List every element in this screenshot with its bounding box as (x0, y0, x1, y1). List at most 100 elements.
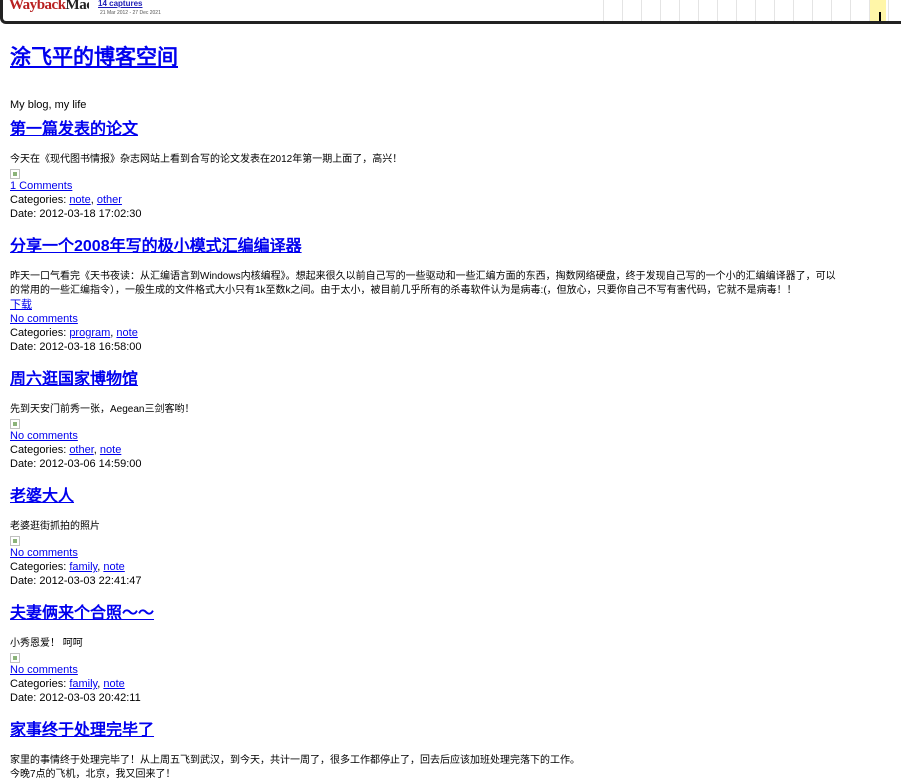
categories-label: Categories: (10, 327, 70, 339)
date-value: 2012-03-18 16:58:00 (39, 341, 142, 353)
category-link[interactable]: program (69, 327, 110, 339)
post-categories: Categories: other, note (10, 443, 901, 457)
categories-label: Categories: (10, 561, 70, 573)
category-link[interactable]: other (69, 444, 93, 456)
post-title: 周六逛国家博物馆 (10, 370, 901, 390)
post-excerpt: 老婆逛街抓拍的照片 (10, 521, 100, 532)
capture-date-range: 21 Mar 2012 - 27 Dec 2021 (100, 10, 161, 16)
capture-sparkline[interactable] (423, 0, 901, 21)
category-link[interactable]: note (100, 444, 121, 456)
date-label: Date: (10, 208, 40, 220)
post-comments-link[interactable]: No comments (10, 313, 78, 325)
post-excerpt: 昨天一口气看完《天书夜读：从汇编语言到Windows内核编程》。想起来很久以前自… (10, 271, 836, 282)
post-2: 周六逛国家博物馆 先到天安门前秀一张，Aegean三剑客哟！ No commen… (10, 370, 901, 471)
post-title: 老婆大人 (10, 487, 901, 507)
sparkline-year-divider (793, 0, 794, 21)
post-comments-link[interactable]: 1 Comments (10, 180, 72, 192)
post-title-link[interactable]: 周六逛国家博物馆 (10, 371, 138, 388)
post-date: Date: 2012-03-03 22:41:47 (10, 574, 901, 588)
sparkline-year-divider (831, 0, 832, 21)
post-title: 夫妻俩来个合照～～ (10, 604, 901, 624)
broken-image (10, 419, 20, 429)
category-link[interactable]: note (103, 561, 124, 573)
blog-title-heading: 涂飞平的博客空间 (10, 44, 901, 72)
broken-image (10, 169, 20, 179)
post-title: 第一篇发表的论文 (10, 120, 901, 140)
post-comments-link[interactable]: No comments (10, 664, 78, 676)
post-excerpt-continued: 今晚7点的飞机，北京，我又回来了！ (10, 769, 176, 780)
post-excerpt: 先到天安门前秀一张，Aegean三剑客哟！ (10, 404, 195, 415)
page-content: 涂飞平的博客空间 My blog, my life 第一篇发表的论文 今天在《现… (10, 44, 901, 782)
date-value: 2012-03-06 14:59:00 (39, 458, 142, 470)
blog-tagline: My blog, my life (10, 99, 87, 111)
post-categories: Categories: family, note (10, 677, 901, 691)
sparkline-year-divider (660, 0, 661, 21)
wayback-logo-way: Way (9, 0, 37, 13)
broken-image (10, 653, 20, 663)
categories-label: Categories: (10, 678, 70, 690)
post-date: Date: 2012-03-06 14:59:00 (10, 457, 901, 471)
post-excerpt: 小秀恩爱！ 呵呵 (10, 638, 83, 649)
captures-link[interactable]: 14 captures (98, 0, 142, 9)
post-3: 老婆大人 老婆逛街抓拍的照片 No comments Categories: f… (10, 487, 901, 588)
sparkline-year-divider (698, 0, 699, 21)
date-label: Date: (10, 692, 40, 704)
post-comments-link[interactable]: No comments (10, 430, 78, 442)
post-date: Date: 2012-03-03 20:42:11 (10, 691, 901, 705)
post-title-link[interactable]: 第一篇发表的论文 (10, 121, 138, 138)
category-link[interactable]: note (103, 678, 124, 690)
post-title-link[interactable]: 老婆大人 (10, 488, 74, 505)
post-comments-link[interactable]: No comments (10, 547, 78, 559)
date-value: 2012-03-03 20:42:11 (39, 692, 141, 704)
date-label: Date: (10, 458, 40, 470)
post-excerpt-continued: 的常用的一些汇编指令），一般生成的文件格式大小只有1k至数k之间。由于太小，被目… (10, 285, 797, 296)
wayback-logo[interactable]: WaybackMachine (9, 0, 89, 16)
sparkline-year-divider (622, 0, 623, 21)
post-title: 家事终于处理完毕了 (10, 721, 901, 741)
sparkline-year-divider (812, 0, 813, 21)
category-link[interactable]: family (69, 678, 97, 690)
wayback-logo-machine: Machine (65, 0, 89, 13)
post-title-link[interactable]: 夫妻俩来个合照～～ (10, 605, 154, 622)
post-title: 分享一个2008年写的极小模式汇编编译器 (10, 237, 901, 257)
post-title-link[interactable]: 分享一个2008年写的极小模式汇编编译器 (10, 238, 302, 255)
post-categories: Categories: note, other (10, 193, 901, 207)
categories-label: Categories: (10, 194, 70, 206)
category-link[interactable]: note (69, 194, 90, 206)
sparkline-highlight (870, 0, 886, 21)
post-categories: Categories: program, note (10, 326, 901, 340)
broken-image (10, 536, 20, 546)
sparkline-year-divider (755, 0, 756, 21)
sparkline-year-divider (850, 0, 851, 21)
sparkline-year-divider (679, 0, 680, 21)
categories-label: Categories: (10, 444, 70, 456)
sparkline-year-divider (641, 0, 642, 21)
date-value: 2012-03-18 17:02:30 (39, 208, 142, 220)
sparkline-year-divider (603, 0, 604, 21)
category-link[interactable]: family (69, 561, 97, 573)
sparkline-capture-bar (879, 12, 881, 21)
post-date: Date: 2012-03-18 16:58:00 (10, 340, 901, 354)
post-0: 第一篇发表的论文 今天在《现代图书情报》杂志网站上看到合写的论文发表在2012年… (10, 120, 901, 221)
post-excerpt: 今天在《现代图书情报》杂志网站上看到合写的论文发表在2012年第一期上面了，高兴… (10, 154, 403, 165)
sparkline-year-divider (774, 0, 775, 21)
category-link[interactable]: note (116, 327, 137, 339)
date-label: Date: (10, 341, 40, 353)
blog-title-link[interactable]: 涂飞平的博客空间 (10, 46, 178, 69)
download-link[interactable]: 下载 (10, 299, 32, 311)
wayback-logo-back: back (36, 0, 66, 13)
post-1: 分享一个2008年写的极小模式汇编编译器 昨天一口气看完《天书夜读：从汇编语言到… (10, 237, 901, 354)
sparkline-year-divider (888, 0, 889, 21)
wayback-toolbar: WaybackMachine 14 captures 21 Mar 2012 -… (0, 0, 901, 24)
sparkline-year-divider (717, 0, 718, 21)
date-label: Date: (10, 575, 40, 587)
category-link[interactable]: other (97, 194, 122, 206)
post-5: 家事终于处理完毕了 家里的事情终于处理完毕了！从上周五飞到武汉，到今天，共计一周… (10, 721, 901, 782)
post-excerpt: 家里的事情终于处理完毕了！从上周五飞到武汉，到今天，共计一周了，很多工作都停止了… (10, 755, 580, 766)
sparkline-year-divider (736, 0, 737, 21)
post-4: 夫妻俩来个合照～～ 小秀恩爱！ 呵呵 No comments Categorie… (10, 604, 901, 705)
date-value: 2012-03-03 22:41:47 (39, 575, 142, 587)
post-categories: Categories: family, note (10, 560, 901, 574)
post-date: Date: 2012-03-18 17:02:30 (10, 207, 901, 221)
post-title-link[interactable]: 家事终于处理完毕了 (10, 722, 154, 739)
